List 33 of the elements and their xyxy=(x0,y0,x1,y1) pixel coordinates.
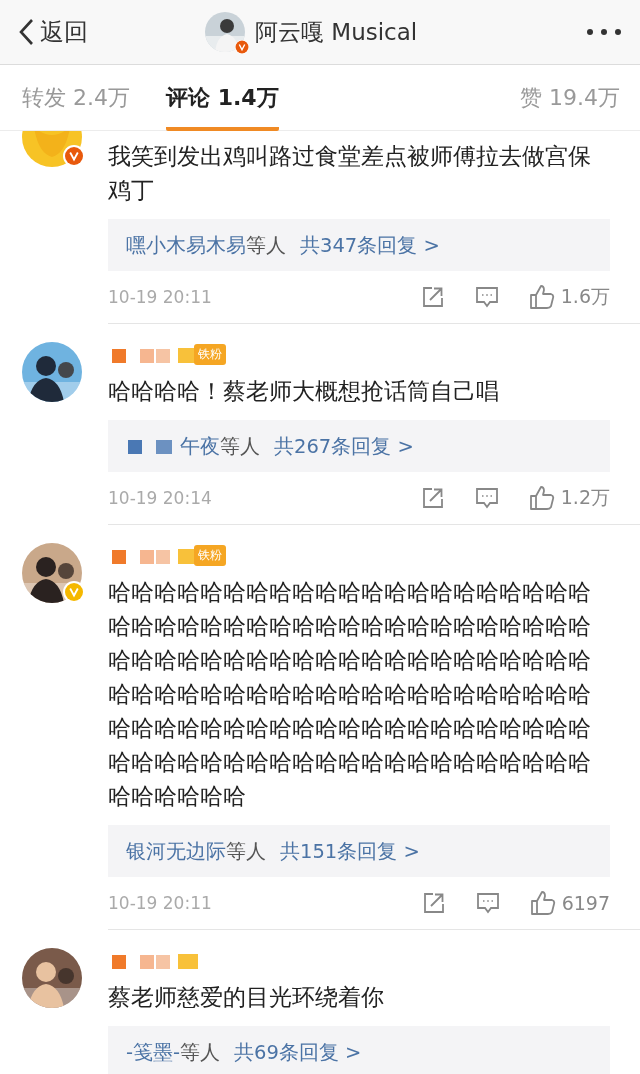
comment-text: 哈哈哈哈哈哈哈哈哈哈哈哈哈哈哈哈哈哈哈哈哈哈哈哈哈哈哈哈哈哈哈哈哈哈哈哈哈哈哈哈哈哈哈哈哈哈哈哈哈哈哈哈哈哈哈哈哈哈哈哈哈哈哈哈哈哈哈哈哈哈哈哈哈哈哈哈哈哈哈哈哈哈哈哈哈哈哈哈哈哈哈哈哈哈哈哈哈哈哈哈哈哈哈哈哈哈哈哈哈哈哈哈哈哈哈哈哈哈哈哈哈哈哈哈哈哈哈哈哈哈哈哈 xyxy=(108,577,592,812)
account-name: 阿云嘎 Musical xyxy=(255,17,418,47)
thumbs-up-icon xyxy=(528,284,555,310)
comment-icon[interactable] xyxy=(474,285,499,309)
fan-badge: 铁粉 xyxy=(194,343,226,365)
fan-badge: 铁粉 xyxy=(194,544,226,566)
replies-link[interactable]: 午夜等人 共267条回复 > xyxy=(108,420,610,472)
comment-text: 蔡老师慈爱的目光环绕着你 xyxy=(108,982,385,1013)
comment-time: 10-19 20:11 xyxy=(108,287,212,307)
thumbs-up-icon xyxy=(528,485,555,511)
share-icon[interactable] xyxy=(420,285,445,309)
back-chevron-icon xyxy=(18,18,34,46)
comment-icon[interactable] xyxy=(474,486,499,510)
verified-icon xyxy=(63,581,85,603)
verified-icon xyxy=(63,145,85,167)
replies-link[interactable]: 银河无边际等人 共151条回复 > xyxy=(108,825,610,877)
back-button[interactable]: 返回 xyxy=(18,16,88,48)
replies-link[interactable]: 嘿小木易木易等人 共347条回复 > xyxy=(108,219,610,271)
comment-time: 10-19 20:14 xyxy=(108,488,212,508)
like-button[interactable]: 1.2万 xyxy=(528,485,610,511)
comment-text: 我笑到发出鸡叫路过食堂差点被师傅拉去做宫保鸡丁 xyxy=(108,141,592,206)
more-icon[interactable] xyxy=(586,28,622,36)
thumbs-up-icon xyxy=(529,890,556,916)
share-icon[interactable] xyxy=(420,486,445,510)
replies-link[interactable]: -笺墨-等人 共69条回复 > xyxy=(108,1026,610,1074)
comment-time: 10-19 20:11 xyxy=(108,893,212,913)
like-button[interactable]: 6197 xyxy=(529,890,610,916)
comment-icon[interactable] xyxy=(475,891,500,915)
tab[interactable]: 评论 1.4万 xyxy=(166,64,279,131)
share-icon[interactable] xyxy=(421,891,446,915)
comment-text: 哈哈哈哈！蔡老师大概想抢话筒自己唱 xyxy=(108,376,500,407)
verified-icon xyxy=(235,40,249,54)
like-button[interactable]: 1.6万 xyxy=(528,284,610,310)
